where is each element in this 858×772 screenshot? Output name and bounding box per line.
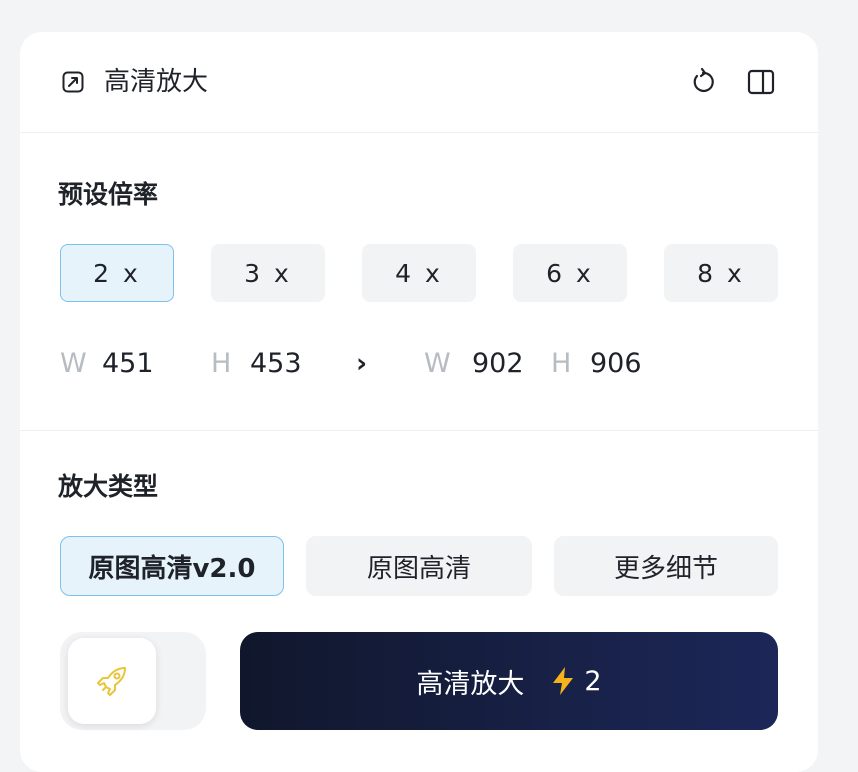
rocket-toggle-track[interactable] [60, 632, 206, 730]
type-option-more-detail[interactable]: 更多细节 [554, 536, 778, 596]
target-height-value: 906 [590, 348, 642, 379]
source-height-label: H [211, 348, 232, 379]
type-section-title: 放大类型 [58, 472, 159, 501]
upscale-panel: 高清放大 预设倍率 2 x 3 x 4 x 6 x 8 x W 451 H 45… [20, 32, 818, 772]
source-width-label: W [60, 348, 87, 379]
preset-section-title: 预设倍率 [58, 180, 159, 209]
scale-option-2x[interactable]: 2 x [60, 244, 174, 302]
target-height-label: H [551, 348, 572, 379]
section-divider [20, 430, 818, 431]
rocket-toggle-button[interactable] [68, 638, 156, 724]
target-width-label: W [424, 348, 451, 379]
upscale-submit-button[interactable]: 高清放大 2 [240, 632, 778, 730]
credit-cost: 2 [584, 665, 602, 697]
scale-option-3x[interactable]: 3 x [211, 244, 325, 302]
type-option-v2[interactable]: 原图高清v2.0 [60, 536, 284, 596]
panel-title: 高清放大 [104, 67, 209, 97]
scale-option-8x[interactable]: 8 x [664, 244, 778, 302]
rotate-ccw-icon[interactable] [688, 67, 718, 97]
expand-square-icon [62, 71, 84, 93]
panel-header: 高清放大 [20, 32, 818, 133]
submit-label: 高清放大 [416, 668, 525, 700]
scale-option-6x[interactable]: 6 x [513, 244, 627, 302]
type-option-original[interactable]: 原图高清 [306, 536, 532, 596]
scale-option-4x[interactable]: 4 x [362, 244, 476, 302]
source-width-value: 451 [102, 348, 154, 379]
arrow-right-icon: › [356, 348, 368, 379]
rocket-icon [97, 667, 126, 696]
lightning-bolt-icon [553, 667, 574, 695]
dimension-readout: W 451 H 453 › W 902 H 906 [20, 344, 818, 384]
target-width-value: 902 [472, 348, 524, 379]
panel-toggle-icon[interactable] [746, 67, 776, 97]
source-height-value: 453 [250, 348, 302, 379]
